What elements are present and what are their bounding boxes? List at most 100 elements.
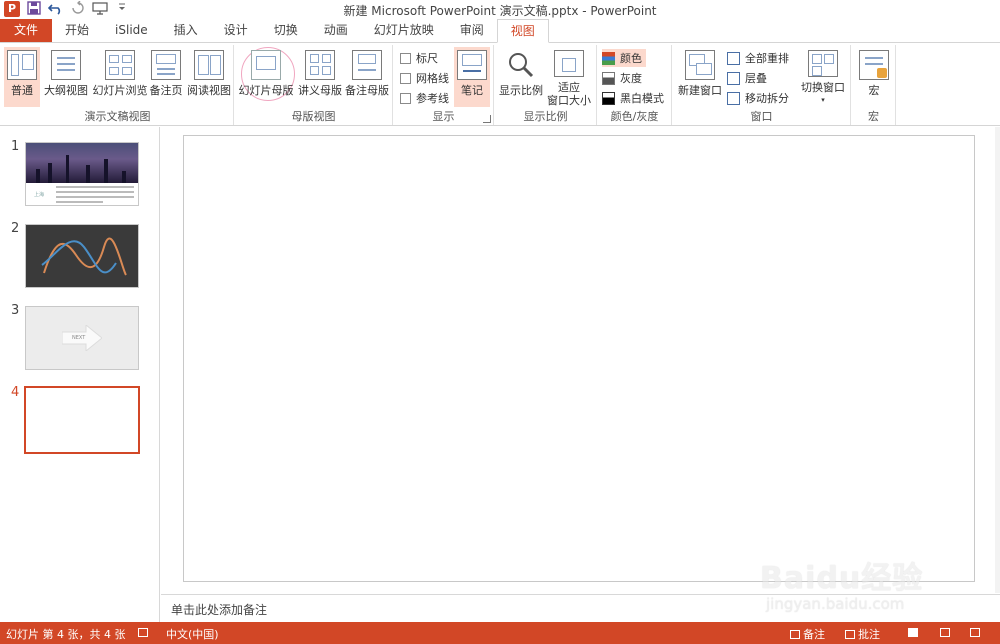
macro-icon xyxy=(859,50,889,80)
spellcheck-icon[interactable] xyxy=(138,626,151,639)
color-button[interactable]: 颜色 xyxy=(602,49,646,67)
ruler-checkbox[interactable]: 标尺 xyxy=(400,49,438,67)
tab-design[interactable]: 设计 xyxy=(211,19,261,42)
ribbon: 普通 大纲视图 幻灯片浏览 备注页 阅读视图 演示文稿视图 幻灯片母版 讲义母版 xyxy=(0,42,1000,126)
switch-windows-icon xyxy=(808,50,838,77)
tab-islide[interactable]: iSlide xyxy=(102,19,161,42)
city-night-image xyxy=(26,143,138,183)
guides-checkbox[interactable]: 参考线 xyxy=(400,89,449,107)
cascade-button[interactable]: 层叠 xyxy=(727,69,767,87)
group-macros: 宏 宏 xyxy=(852,45,896,125)
slide-thumbnail-4[interactable] xyxy=(24,386,140,454)
slide-editor xyxy=(161,127,1000,593)
group-label: 母版视图 xyxy=(291,110,336,123)
watermark-main: Baidu经验 xyxy=(760,561,924,596)
slide-sorter-button[interactable]: 幻灯片浏览 xyxy=(92,47,148,107)
slide-number: 1 xyxy=(11,139,20,154)
black-white-swatch-icon xyxy=(602,91,615,105)
cascade-icon xyxy=(727,71,740,85)
curve-graphic xyxy=(41,237,127,276)
slide-thumbnail-2[interactable] xyxy=(25,224,139,288)
tab-review[interactable]: 审阅 xyxy=(447,19,497,42)
grayscale-button[interactable]: 灰度 xyxy=(602,69,642,87)
move-split-icon xyxy=(727,91,740,105)
handout-master-icon xyxy=(305,50,335,80)
normal-view-status-icon[interactable] xyxy=(908,626,921,639)
tab-home[interactable]: 开始 xyxy=(52,19,102,42)
reading-view-button[interactable]: 阅读视图 xyxy=(186,47,232,107)
slide-master-icon xyxy=(251,50,281,80)
fit-to-window-button[interactable]: 适应 窗口大小 xyxy=(545,47,593,107)
slide-sorter-status-icon[interactable] xyxy=(940,626,953,639)
tab-slideshow[interactable]: 幻灯片放映 xyxy=(361,19,447,42)
notes-page-icon xyxy=(151,50,181,80)
group-label: 宏 xyxy=(868,110,879,123)
ribbon-tabs: 文件 开始 iSlide 插入 设计 切换 动画 幻灯片放映 审阅 视图 xyxy=(0,19,1000,43)
tab-file[interactable]: 文件 xyxy=(0,19,53,42)
color-swatch-icon xyxy=(602,51,615,65)
notes-status-button[interactable]: 备注 xyxy=(790,626,825,642)
reading-view-icon xyxy=(194,50,224,80)
current-slide-canvas[interactable] xyxy=(183,135,975,582)
title-bar: P 新建 Microsoft PowerPoint 演示文稿.pptx - Po… xyxy=(0,0,1000,19)
comments-status-icon xyxy=(845,630,855,639)
group-label: 颜色/灰度 xyxy=(610,110,659,123)
tab-transitions[interactable]: 切换 xyxy=(261,19,311,42)
watermark-url: jingyan.baidu.com xyxy=(766,595,905,613)
tab-animations[interactable]: 动画 xyxy=(311,19,361,42)
new-window-button[interactable]: 新建窗口 xyxy=(675,47,725,107)
group-presentation-views: 普通 大纲视图 幻灯片浏览 备注页 阅读视图 演示文稿视图 xyxy=(2,45,234,125)
language-indicator[interactable]: 中文(中国) xyxy=(166,626,219,642)
checkbox-icon xyxy=(400,52,411,64)
macros-button[interactable]: 宏 xyxy=(856,47,892,107)
vertical-scrollbar[interactable] xyxy=(995,127,1000,593)
baidu-watermark: Baidu经验 jingyan.baidu.com xyxy=(752,543,952,621)
slide-sorter-icon xyxy=(105,50,135,80)
slide-thumbnail-1[interactable]: 上海 xyxy=(25,142,139,206)
normal-view-button[interactable]: 普通 xyxy=(4,47,40,107)
text-lines xyxy=(56,186,134,205)
notes-master-icon xyxy=(352,50,382,80)
group-show: 标尺 网格线 参考线 笔记 显示 xyxy=(394,45,494,125)
slide-counter: 幻灯片 第 4 张，共 4 张 xyxy=(6,628,126,641)
handout-master-button[interactable]: 讲义母版 xyxy=(297,47,343,107)
switch-windows-button[interactable]: 切换窗口 ▾ xyxy=(799,47,847,107)
magnifier-icon xyxy=(506,50,536,80)
tab-insert[interactable]: 插入 xyxy=(161,19,211,42)
group-label: 演示文稿视图 xyxy=(84,110,151,123)
window-title: 新建 Microsoft PowerPoint 演示文稿.pptx - Powe… xyxy=(343,4,657,18)
notes-placeholder: 单击此处添加备注 xyxy=(171,603,268,617)
outline-view-icon xyxy=(51,50,81,80)
reading-view-status-icon[interactable] xyxy=(970,626,983,639)
next-label: NEXT xyxy=(72,335,86,341)
notes-page-button[interactable]: 备注页 xyxy=(148,47,184,107)
zoom-button[interactable]: 显示比例 xyxy=(497,47,545,107)
slide-number: 2 xyxy=(11,221,20,236)
status-bar: 幻灯片 第 4 张，共 4 张 中文(中国) 备注 批注 xyxy=(0,622,1000,644)
move-split-button[interactable]: 移动拆分 xyxy=(727,89,789,107)
group-master-views: 幻灯片母版 讲义母版 备注母版 母版视图 xyxy=(235,45,393,125)
checkbox-icon xyxy=(400,92,411,104)
arrange-all-icon xyxy=(727,51,740,65)
slide-number: 4 xyxy=(11,385,20,400)
notes-icon xyxy=(457,50,487,80)
slide-master-button[interactable]: 幻灯片母版 xyxy=(237,47,295,107)
group-color: 颜色 灰度 黑白模式 颜色/灰度 xyxy=(598,45,672,125)
comments-status-button[interactable]: 批注 xyxy=(845,626,880,642)
arrange-all-button[interactable]: 全部重排 xyxy=(727,49,789,67)
chevron-down-icon: ▾ xyxy=(821,96,825,104)
new-window-icon xyxy=(685,50,715,80)
notes-status-icon xyxy=(790,630,800,639)
group-zoom: 显示比例 适应 窗口大小 显示比例 xyxy=(495,45,597,125)
slide-thumbnail-3[interactable]: NEXT xyxy=(25,306,139,370)
outline-view-button[interactable]: 大纲视图 xyxy=(42,47,90,107)
slide-thumbnails-pane: 1 上海 2 3 NEXT 4 xyxy=(0,127,160,622)
gridlines-checkbox[interactable]: 网格线 xyxy=(400,69,449,87)
black-white-button[interactable]: 黑白模式 xyxy=(602,89,664,107)
fit-window-icon xyxy=(554,50,584,77)
notes-toggle-button[interactable]: 笔记 xyxy=(454,47,490,107)
notes-master-button[interactable]: 备注母版 xyxy=(343,47,391,107)
group-label: 显示比例 xyxy=(523,110,568,123)
tab-view[interactable]: 视图 xyxy=(496,19,549,43)
group-label: 显示 xyxy=(432,110,455,123)
